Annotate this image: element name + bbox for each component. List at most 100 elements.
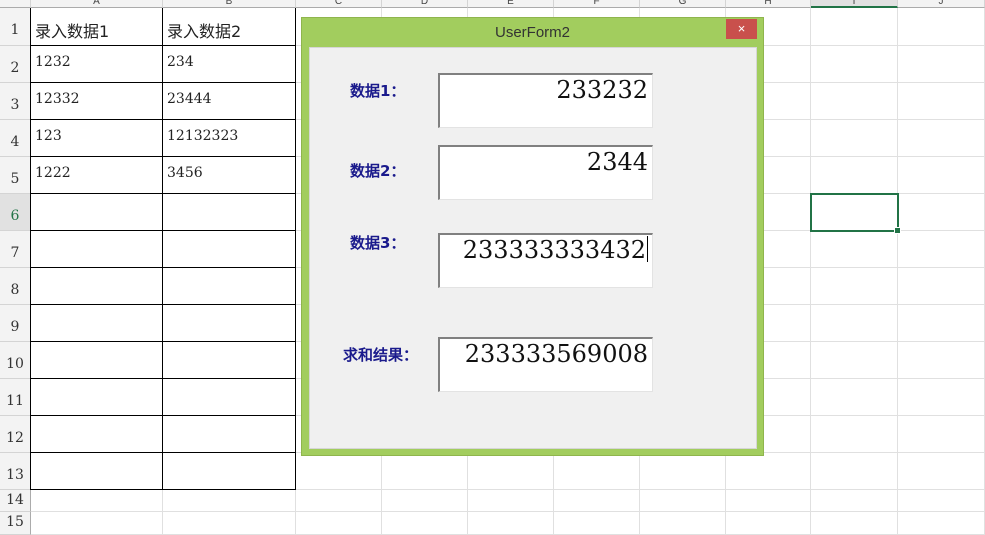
cell-G15[interactable] [640,512,726,535]
cell-A15[interactable] [31,512,163,535]
row-header-4[interactable]: 4 [0,120,31,157]
cell-J3[interactable] [898,83,985,120]
textbox-data1[interactable]: 233232 [438,73,653,128]
cell-J6[interactable] [898,194,985,231]
cell-J9[interactable] [898,305,985,342]
cell-D14[interactable] [382,490,468,512]
cell-B14[interactable] [163,490,296,512]
cell-J5[interactable] [898,157,985,194]
cell-C13[interactable] [296,453,382,490]
close-button[interactable]: × [726,19,757,39]
column-header-I[interactable]: I [811,0,898,8]
row-header-2[interactable]: 2 [0,46,31,83]
row-header-9[interactable]: 9 [0,305,31,342]
row-header-7[interactable]: 7 [0,231,31,268]
row-header-12[interactable]: 12 [0,416,31,453]
row-header-5[interactable]: 5 [0,157,31,194]
cell-G14[interactable] [640,490,726,512]
cell-J1[interactable] [898,8,985,46]
textbox-data2[interactable]: 2344 [438,145,653,200]
cell-A4[interactable]: 123 [31,120,163,157]
cell-B3[interactable]: 23444 [163,83,296,120]
column-header-F[interactable]: F [554,0,640,8]
cell-E15[interactable] [468,512,554,535]
cell-B11[interactable] [163,379,296,416]
cell-I8[interactable] [811,268,898,305]
cell-I14[interactable] [811,490,898,512]
cell-A9[interactable] [31,305,163,342]
cell-B10[interactable] [163,342,296,379]
cell-A1[interactable]: 录入数据1 [31,8,163,46]
cell-J12[interactable] [898,416,985,453]
cell-A7[interactable] [31,231,163,268]
cell-J15[interactable] [898,512,985,535]
cell-B12[interactable] [163,416,296,453]
cell-I15[interactable] [811,512,898,535]
column-header-C[interactable]: C [296,0,382,8]
row-header-8[interactable]: 8 [0,268,31,305]
cell-A5[interactable]: 1222 [31,157,163,194]
cell-A13[interactable] [31,453,163,490]
cell-J11[interactable] [898,379,985,416]
column-header-E[interactable]: E [468,0,554,8]
row-header-14[interactable]: 14 [0,490,31,512]
cell-B15[interactable] [163,512,296,535]
cell-I5[interactable] [811,157,898,194]
cell-B8[interactable] [163,268,296,305]
textbox-data3[interactable]: 233333333432 [438,233,653,288]
textbox-sum-result[interactable]: 233333569008 [438,337,653,392]
cell-A6[interactable] [31,194,163,231]
cell-H15[interactable] [726,512,811,535]
cell-H13[interactable] [726,453,811,490]
cell-A14[interactable] [31,490,163,512]
cell-J2[interactable] [898,46,985,83]
cell-J13[interactable] [898,453,985,490]
cell-J10[interactable] [898,342,985,379]
cell-I4[interactable] [811,120,898,157]
row-header-6[interactable]: 6 [0,194,31,231]
cell-J7[interactable] [898,231,985,268]
cell-I3[interactable] [811,83,898,120]
cell-F13[interactable] [554,453,640,490]
cell-A2[interactable]: 1232 [31,46,163,83]
selected-cell-i6[interactable] [810,193,901,234]
cell-F14[interactable] [554,490,640,512]
cell-B5[interactable]: 3456 [163,157,296,194]
cell-E14[interactable] [468,490,554,512]
cell-B13[interactable] [163,453,296,490]
column-header-G[interactable]: G [640,0,726,8]
cell-B1[interactable]: 录入数据2 [163,8,296,46]
cell-B6[interactable] [163,194,296,231]
column-header-H[interactable]: H [726,0,811,8]
column-header-J[interactable]: J [898,0,985,8]
cell-B4[interactable]: 12132323 [163,120,296,157]
column-header-D[interactable]: D [382,0,468,8]
cell-D13[interactable] [382,453,468,490]
select-all-corner[interactable] [0,0,31,8]
cell-I13[interactable] [811,453,898,490]
cell-C15[interactable] [296,512,382,535]
cell-I10[interactable] [811,342,898,379]
row-header-11[interactable]: 11 [0,379,31,416]
cell-C14[interactable] [296,490,382,512]
cell-G13[interactable] [640,453,726,490]
cell-I9[interactable] [811,305,898,342]
cell-B9[interactable] [163,305,296,342]
cell-H14[interactable] [726,490,811,512]
cell-I11[interactable] [811,379,898,416]
row-header-13[interactable]: 13 [0,453,31,490]
cell-J4[interactable] [898,120,985,157]
column-header-A[interactable]: A [31,0,163,8]
cell-A12[interactable] [31,416,163,453]
cell-I12[interactable] [811,416,898,453]
cell-A11[interactable] [31,379,163,416]
cell-F15[interactable] [554,512,640,535]
cell-I7[interactable] [811,231,898,268]
column-header-B[interactable]: B [163,0,296,8]
cell-A10[interactable] [31,342,163,379]
cell-J8[interactable] [898,268,985,305]
row-header-10[interactable]: 10 [0,342,31,379]
row-header-1[interactable]: 1 [0,8,31,46]
cell-E13[interactable] [468,453,554,490]
cell-A8[interactable] [31,268,163,305]
